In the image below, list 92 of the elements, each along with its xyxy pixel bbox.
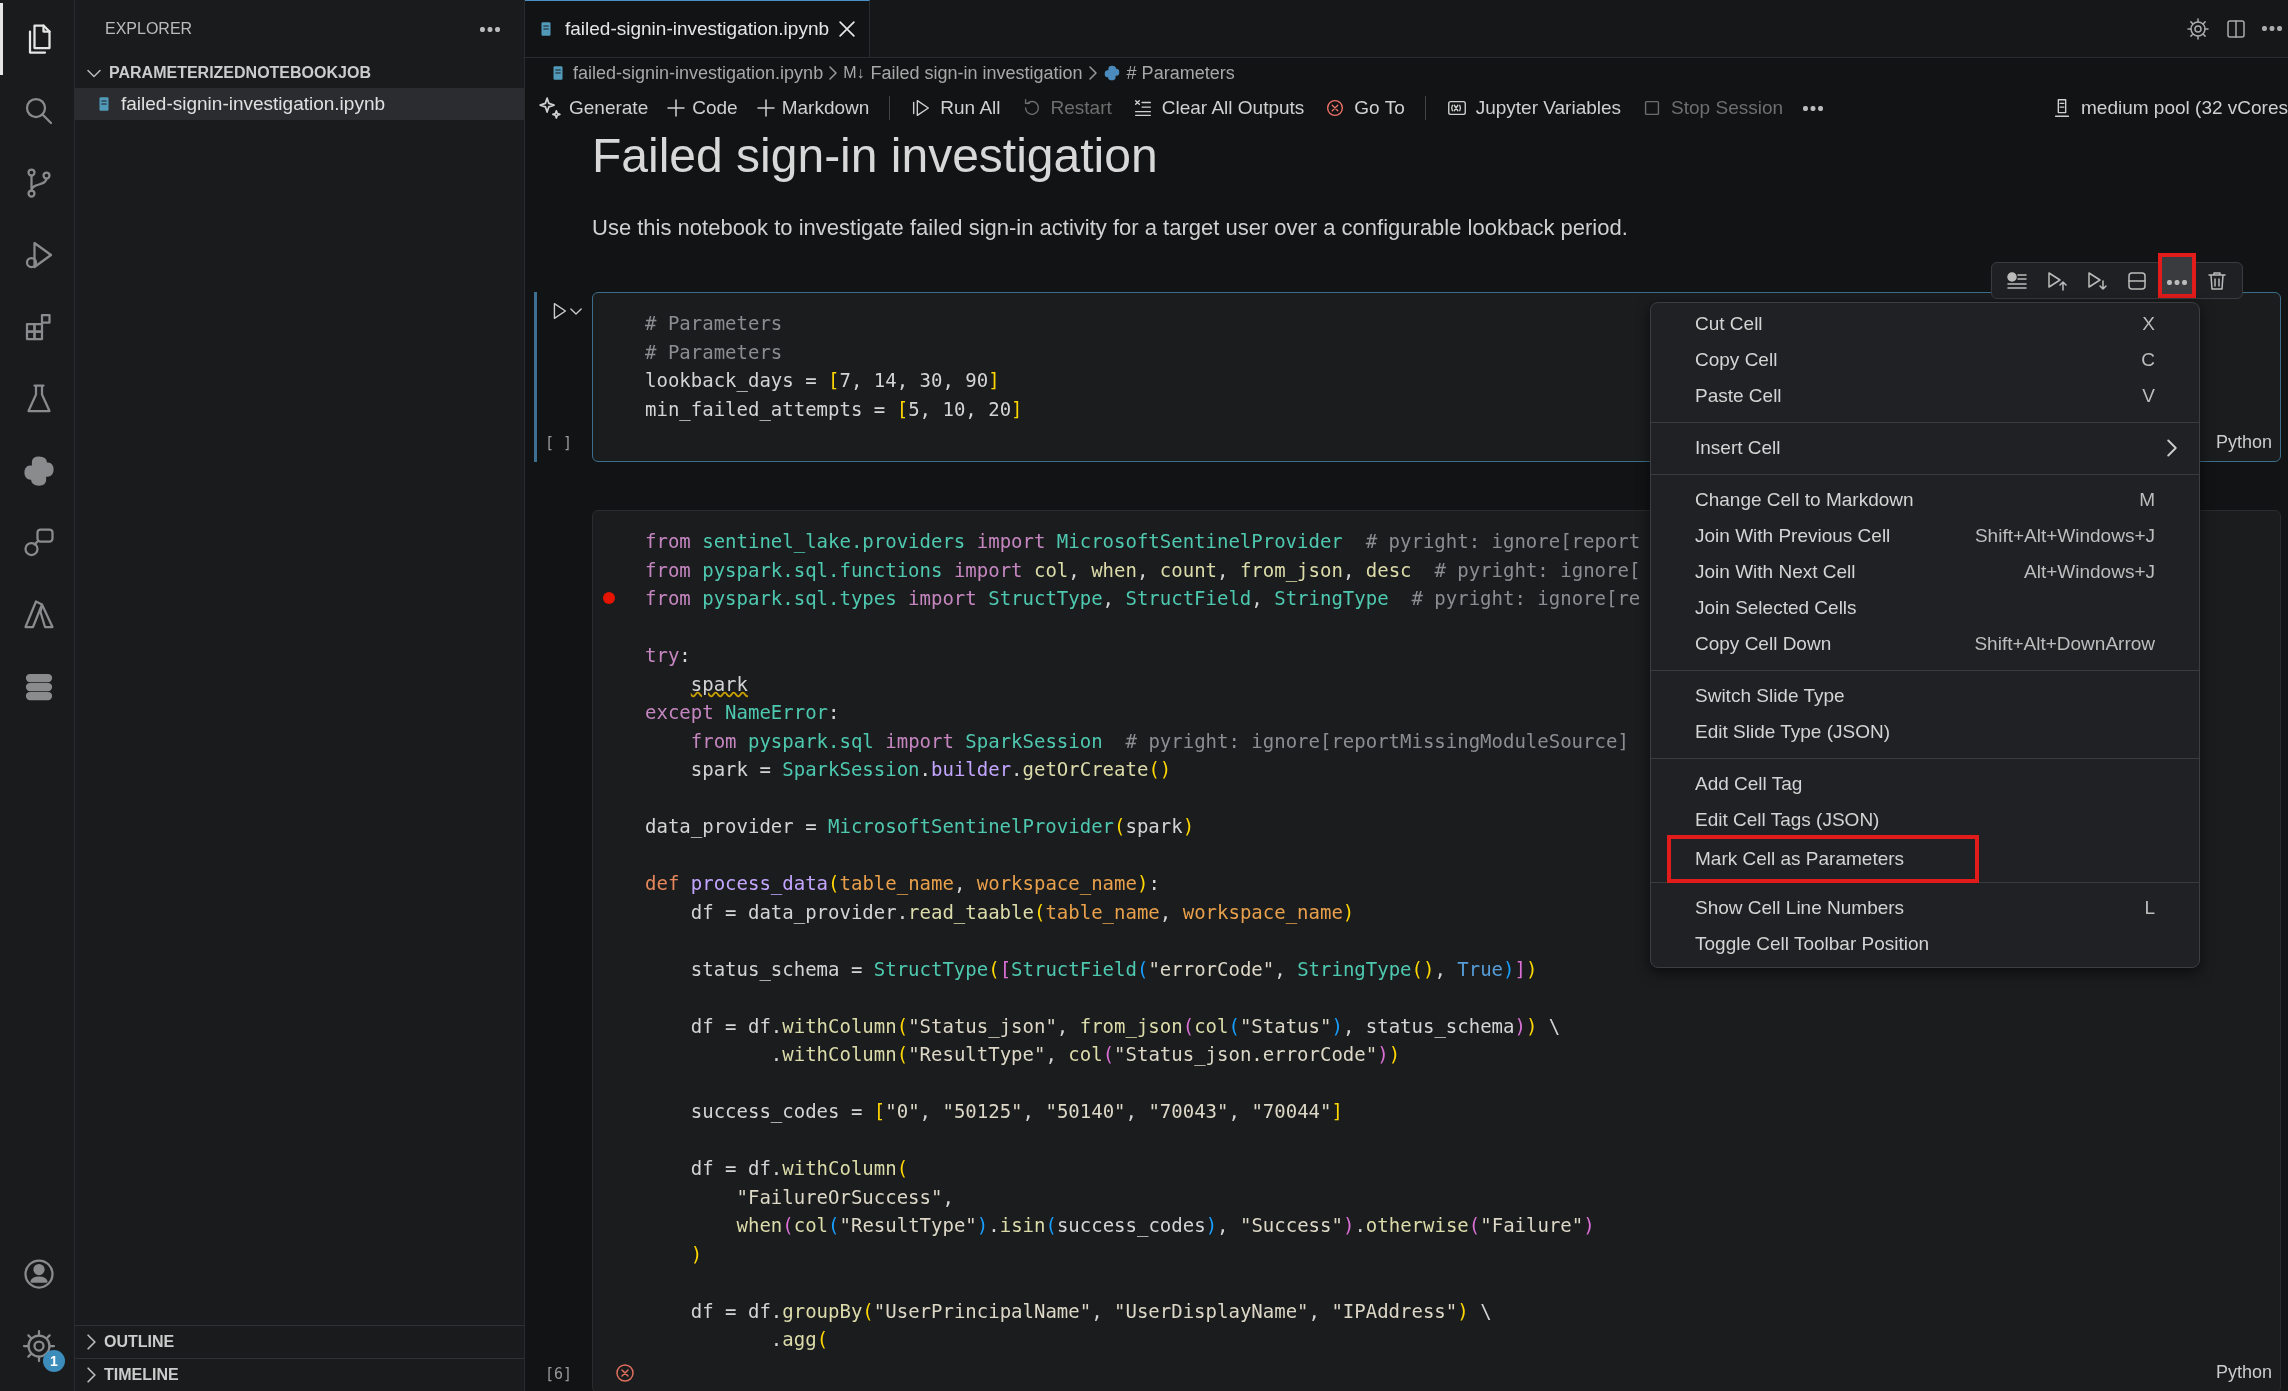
markdown-icon: M↓ (843, 64, 865, 82)
code-line: from sentinel_lake.providers import MicrosoftSentinelProvider # pyright: ignore[report (645, 529, 1641, 555)
notification-badge: 1 (43, 1350, 65, 1372)
language-label[interactable]: Python (2215, 431, 2272, 453)
code-line: from pyspark.sql import SparkSession # pyright: ignore[reportMissingModuleSource] (689, 728, 1629, 754)
code-line: spark (689, 671, 748, 697)
menu-item[interactable]: Cut Cell X (1651, 306, 2199, 342)
menu-item[interactable]: Join Selected Cells (1651, 590, 2199, 626)
chevron-right-icon (87, 1367, 96, 1383)
shortcut-label: V (2142, 385, 2155, 407)
chevron-right-icon (87, 1334, 96, 1350)
toolbar-button[interactable]: Markdown (757, 95, 870, 121)
code-line: min_failed_attempts = [5, 10, 20] (645, 396, 1023, 423)
code-line: success_codes = ["0", "50125", "50140", "70043", "70044"] (689, 1099, 1343, 1125)
sparkle-icon (539, 97, 561, 119)
section-header[interactable]: TIMELINE (75, 1358, 524, 1391)
code-line: df = df.groupBy("UserPrincipalName", "UserDisplayName", "IPAddress") \ (689, 1298, 1492, 1324)
kernel-picker[interactable]: medium pool (32 vCores (2051, 95, 2288, 121)
code-line: def process_data(table_name, workspace_name): (645, 871, 1160, 897)
menu-item[interactable]: Edit Slide Type (JSON) (1651, 714, 2199, 750)
plus-icon (757, 100, 774, 116)
chevron-right-icon (1088, 66, 1097, 80)
menu-item[interactable]: Mark Cell as Parameters (1667, 835, 1979, 883)
shortcut-label: M (2139, 489, 2155, 511)
settings-icon[interactable] (2186, 16, 2210, 41)
shortcut-label: X (2142, 313, 2155, 335)
cell-action-button[interactable] (2158, 253, 2196, 298)
code-line: .agg( (769, 1327, 829, 1352)
shortcut-label: L (2144, 897, 2155, 919)
code-line: # Parameters (645, 311, 783, 336)
menu-item[interactable]: Show Cell Line Numbers L (1651, 890, 2199, 926)
code-line: status_schema = StructType([StructField("errorCode", StringType(), True)]) (689, 956, 1538, 983)
shortcut-label: C (2141, 349, 2155, 371)
chevron-down-icon[interactable] (569, 307, 582, 315)
settings-icon[interactable] (20, 1328, 57, 1364)
language-label[interactable]: Python (2215, 1362, 2272, 1383)
more-icon[interactable] (1803, 105, 1824, 111)
toolbar-button[interactable]: Clear All Outputs (1131, 95, 1305, 121)
code-line: lookback_days = [7, 14, 30, 90] (645, 368, 1000, 394)
code-line: .withColumn("ResultType", col("Status_json.errorCode")) (769, 1042, 1401, 1068)
menu-item[interactable]: Change Cell to Markdown M (1651, 482, 2199, 518)
menu-item[interactable]: Join With Next Cell Alt+Windows+J (1651, 554, 2199, 590)
more-icon[interactable] (480, 26, 500, 32)
breadcrumb-item[interactable]: Failed sign-in investigation (870, 62, 1083, 84)
code-line: # Parameters (645, 339, 783, 365)
menu-item[interactable]: Copy Cell Down Shift+Alt+DownArrow (1651, 626, 2199, 662)
toolbar-button[interactable]: Generate (539, 95, 649, 121)
code-line: ) (689, 1241, 703, 1267)
menu-item[interactable]: Edit Cell Tags (JSON) (1651, 802, 2199, 838)
code-line: data_provider = MicrosoftSentinelProvider(spark) (645, 814, 1195, 840)
menu-item[interactable]: Switch Slide Type (1651, 678, 2199, 714)
menu-item[interactable]: Add Cell Tag (1651, 766, 2199, 802)
toolbar-button[interactable]: Code (668, 95, 738, 121)
shortcut-label: Shift+Alt+Windows+J (1974, 525, 2155, 547)
heading: Failed sign-in investigation (592, 128, 1159, 184)
menu-item[interactable]: Toggle Cell Toolbar Position (1651, 926, 2199, 962)
code-line: from pyspark.sql.functions import col, when, count, from_json, desc # pyright: ignore[ (645, 557, 1641, 584)
paragraph: Use this notebook to investigate failed sign-in activity for a target user over a configurable lookback period. (592, 214, 1629, 242)
editor-tab[interactable]: failed-signin-investigation.ipynb (525, 0, 871, 57)
code-line: df = data_provider.read_taable(table_name, workspace_name) (689, 899, 1355, 926)
code-line: df = df.withColumn("Status_json", from_json(col("Status"), status_schema)) \ (689, 1013, 1561, 1040)
toolbar-button[interactable]: Go To (1324, 95, 1405, 121)
menu-item[interactable]: Join With Previous Cell Shift+Alt+Windows+J (1651, 518, 2199, 554)
breakpoint-dot[interactable] (603, 592, 615, 605)
more-icon[interactable] (2262, 26, 2282, 31)
section-header[interactable]: PARAMETERIZEDNOTEBOOKJOB (75, 58, 524, 88)
chevron-right-icon (829, 66, 838, 80)
toolbar-button[interactable]: Run All (910, 95, 1001, 121)
plus-icon (668, 100, 685, 116)
code-line: except NameError: (645, 700, 840, 725)
breadcrumb-item[interactable]: failed-signin-investigation.ipynb (573, 62, 824, 84)
file-item[interactable]: failed-signin-investigation.ipynb (75, 88, 524, 120)
breadcrumb-item[interactable]: # Parameters (1126, 62, 1235, 84)
code-line: df = df.withColumn( (689, 1156, 909, 1181)
menu-item[interactable]: Paste Cell V (1651, 378, 2199, 414)
shortcut-label: Alt+Windows+J (2024, 561, 2155, 583)
more-icon (2167, 280, 2187, 285)
shortcut-label: Shift+Alt+DownArrow (1974, 633, 2155, 655)
code-line: spark = SparkSession.builder.getOrCreate() (689, 757, 1172, 782)
toolbar-button[interactable]: Jupyter Variables (1445, 95, 1622, 121)
menu-item[interactable]: Copy Cell C (1651, 342, 2199, 378)
chevron-down-icon (87, 68, 101, 78)
execution-count: [ ] (544, 433, 573, 454)
code-line: when(col("ResultType").isin(success_codes), "Success").otherwise("Failure") (735, 1213, 1595, 1239)
code-line: "FailureOrSuccess", (735, 1184, 954, 1210)
code-line: try: (645, 643, 691, 668)
section-header[interactable]: OUTLINE (75, 1325, 524, 1358)
execution-count: [6] (544, 1363, 573, 1385)
code-line: from pyspark.sql.types import StructType, StructField, StringType # pyright: ignore[re (645, 586, 1641, 611)
menu-item[interactable]: Insert Cell (1651, 430, 2199, 466)
close-icon[interactable] (839, 21, 856, 37)
panel-title: EXPLORER (105, 20, 193, 38)
